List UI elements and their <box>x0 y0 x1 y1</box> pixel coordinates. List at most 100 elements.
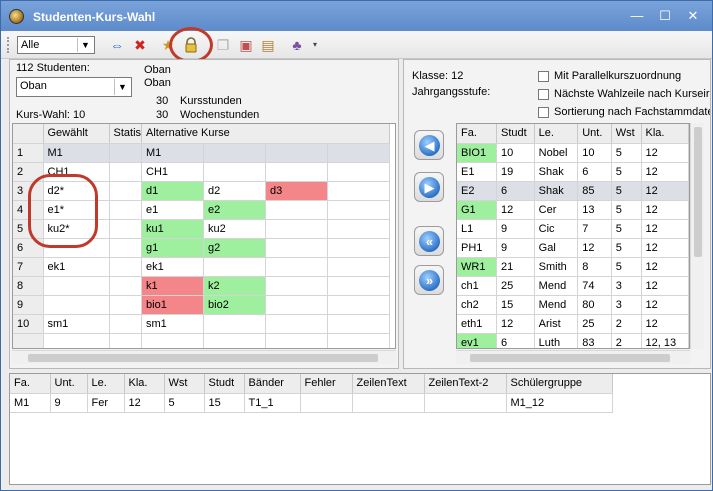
course-le-cell[interactable]: Luth <box>534 333 579 348</box>
course-studt-cell[interactable]: 9 <box>496 219 535 239</box>
course-studt-cell[interactable]: 25 <box>496 276 535 296</box>
alternative-course-cell[interactable]: k1 <box>141 276 205 296</box>
course-kla-cell[interactable]: 12 <box>641 200 689 220</box>
course-le-cell[interactable]: Cic <box>534 219 579 239</box>
alternative-course-cell[interactable] <box>265 295 329 315</box>
chosen-course-cell[interactable] <box>43 276 110 296</box>
course-studt-cell[interactable]: 6 <box>496 333 535 348</box>
chosen-course-cell[interactable]: ek1 <box>43 257 110 277</box>
move-left-button[interactable]: ◀ <box>414 130 444 160</box>
course-fa-cell[interactable]: E1 <box>457 162 498 182</box>
alternative-course-cell[interactable] <box>203 143 267 163</box>
course-fa-cell[interactable]: ev1 <box>457 333 498 348</box>
chosen-course-cell[interactable] <box>43 295 110 315</box>
course-unt-cell[interactable]: 8 <box>577 257 612 277</box>
status-cell[interactable] <box>109 219 143 239</box>
stack-icon[interactable]: ▤ <box>258 35 278 55</box>
course-studt-cell[interactable]: 9 <box>496 238 535 258</box>
alternative-course-cell[interactable] <box>265 200 329 220</box>
course-wst-cell[interactable]: 3 <box>611 295 642 315</box>
column-header[interactable]: Fehler <box>300 374 353 394</box>
move-right-button[interactable]: ▶ <box>414 172 444 202</box>
chosen-course-cell[interactable]: sm1 <box>43 314 110 334</box>
course-unt-cell[interactable]: 85 <box>577 181 612 201</box>
course-le-cell[interactable]: Nobel <box>534 143 579 163</box>
course-wst-cell[interactable]: 5 <box>611 143 642 163</box>
course-fa-cell[interactable]: PH1 <box>457 238 498 258</box>
column-header[interactable]: Unt. <box>577 124 612 144</box>
table-row[interactable]: E1 19 Shak 6 5 12 <box>457 162 689 182</box>
course-fa-cell[interactable]: ch1 <box>457 276 498 296</box>
column-header[interactable]: Alternative Kurse <box>141 124 391 144</box>
course-wst-cell[interactable]: 5 <box>611 257 642 277</box>
column-header[interactable]: Unt. <box>50 374 88 394</box>
status-cell[interactable] <box>109 162 143 182</box>
course-wst-cell[interactable]: 2 <box>611 333 642 348</box>
table-row[interactable]: ch2 15 Mend 80 3 12 <box>457 295 689 315</box>
course-kla-cell[interactable]: 12 <box>641 238 689 258</box>
alternative-course-cell[interactable] <box>141 333 205 348</box>
course-wst-cell[interactable]: 5 <box>611 162 642 182</box>
table-row[interactable]: M1 9 Fer 12 5 15 T1_1 M1_12 <box>10 393 613 413</box>
course-unt-cell[interactable]: 80 <box>577 295 612 315</box>
course-list-grid[interactable]: Fa. Studt Le. Unt. Wst Kla. BIO1 10 Nobel 1… <box>456 123 690 349</box>
detail-cell[interactable]: T1_1 <box>244 393 301 413</box>
alternative-course-cell[interactable]: ek1 <box>141 257 205 277</box>
course-fa-cell[interactable]: WR1 <box>457 257 498 277</box>
course-studt-cell[interactable]: 10 <box>496 143 535 163</box>
alternative-course-cell[interactable]: bio1 <box>141 295 205 315</box>
table-row[interactable]: PH1 9 Gal 12 5 12 <box>457 238 689 258</box>
table-row[interactable]: G1 12 Cer 13 5 12 <box>457 200 689 220</box>
table-row[interactable]: ch1 25 Mend 74 3 12 <box>457 276 689 296</box>
course-kla-cell[interactable]: 12, 13 <box>641 333 689 348</box>
course-kla-cell[interactable]: 12 <box>641 143 689 163</box>
detail-cell[interactable]: Fer <box>87 393 125 413</box>
detail-cell[interactable]: 9 <box>50 393 88 413</box>
maximize-button[interactable]: ☐ <box>653 6 677 26</box>
horizontal-scrollbar[interactable] <box>456 350 690 364</box>
column-header[interactable]: Fa. <box>457 124 498 144</box>
column-header[interactable]: Kla. <box>641 124 689 144</box>
course-kla-cell[interactable]: 12 <box>641 257 689 277</box>
alternative-course-cell[interactable] <box>327 295 391 315</box>
table-row[interactable]: 10 sm1 sm1 <box>13 314 391 334</box>
course-wst-cell[interactable]: 5 <box>611 200 642 220</box>
alternative-course-cell[interactable]: e2 <box>203 200 267 220</box>
table-row[interactable]: 8 k1 k2 <box>13 276 391 296</box>
alternative-course-cell[interactable]: g2 <box>203 238 267 258</box>
alternative-course-cell[interactable] <box>265 276 329 296</box>
move-all-right-button[interactable]: » <box>414 265 444 295</box>
alternative-course-cell[interactable] <box>327 238 391 258</box>
course-le-cell[interactable]: Gal <box>534 238 579 258</box>
alternative-course-cell[interactable]: CH1 <box>141 162 205 182</box>
status-cell[interactable] <box>109 314 143 334</box>
scrollbar-thumb[interactable] <box>28 354 378 362</box>
column-header[interactable]: Wst <box>611 124 642 144</box>
detail-cell[interactable] <box>424 393 507 413</box>
alternative-course-cell[interactable] <box>265 257 329 277</box>
move-all-left-button[interactable]: « <box>414 226 444 256</box>
course-kla-cell[interactable]: 12 <box>641 181 689 201</box>
course-fa-cell[interactable]: BIO1 <box>457 143 498 163</box>
course-wst-cell[interactable]: 3 <box>611 276 642 296</box>
scrollbar-thumb[interactable] <box>470 354 670 362</box>
alternative-course-cell[interactable] <box>203 333 267 348</box>
table-row[interactable] <box>13 333 391 348</box>
course-studt-cell[interactable]: 21 <box>496 257 535 277</box>
course-unt-cell[interactable]: 25 <box>577 314 612 334</box>
status-cell[interactable] <box>109 257 143 277</box>
close-button[interactable]: ✕ <box>681 6 705 26</box>
chevron-down-icon[interactable]: ▼ <box>114 79 130 95</box>
course-kla-cell[interactable]: 12 <box>641 276 689 296</box>
minimize-button[interactable]: — <box>625 6 649 26</box>
delete-copy-icon[interactable]: ▣ <box>236 35 256 55</box>
status-cell[interactable] <box>109 276 143 296</box>
alternative-course-cell[interactable] <box>327 200 391 220</box>
status-cell[interactable] <box>109 238 143 258</box>
alternative-course-cell[interactable] <box>265 219 329 239</box>
detail-cell[interactable]: M1_12 <box>506 393 613 413</box>
column-header[interactable]: ZeilenText <box>352 374 425 394</box>
course-unt-cell[interactable]: 13 <box>577 200 612 220</box>
alternative-course-cell[interactable]: M1 <box>141 143 205 163</box>
course-fa-cell[interactable]: E2 <box>457 181 498 201</box>
